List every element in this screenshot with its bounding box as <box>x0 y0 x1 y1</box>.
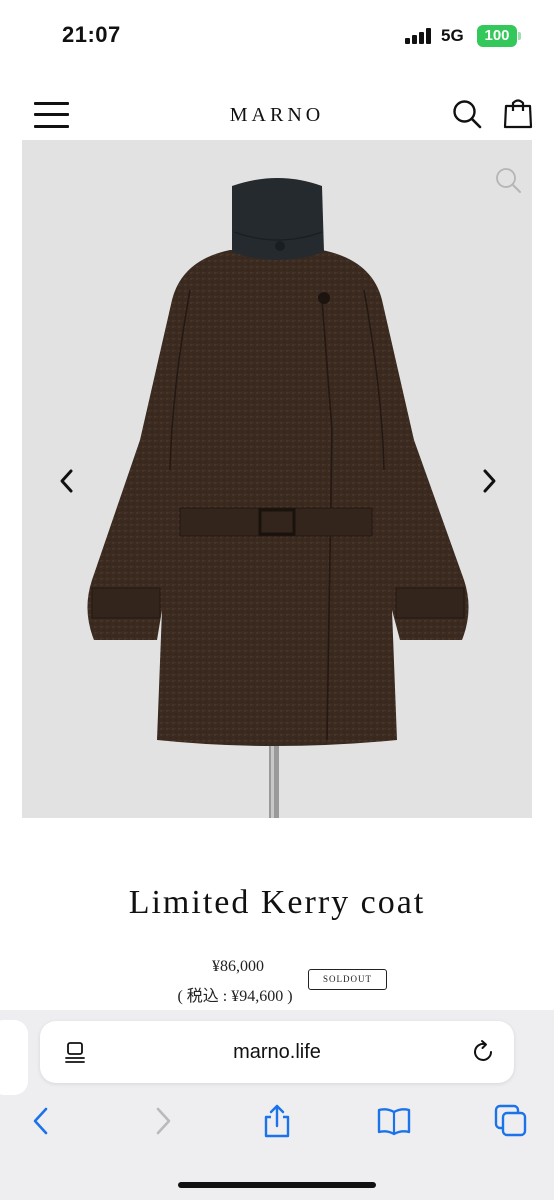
share-icon[interactable] <box>259 1103 295 1139</box>
product-price: ¥86,000 <box>212 958 264 975</box>
status-bar: 21:07 5G 100 <box>0 0 554 70</box>
url-text[interactable]: marno.life <box>40 1041 514 1064</box>
battery-nub <box>518 32 521 40</box>
next-image-arrow-icon[interactable] <box>476 466 502 496</box>
back-icon[interactable] <box>24 1103 60 1139</box>
product-image[interactable] <box>22 140 532 818</box>
battery-icon: 100 <box>477 25 517 47</box>
product-price-tax-included: ( 税込 : ¥94,600 ) <box>177 988 293 1005</box>
search-icon[interactable] <box>452 99 482 129</box>
shopping-bag-icon[interactable] <box>503 97 533 129</box>
previous-image-arrow-icon[interactable] <box>54 466 80 496</box>
cellular-signal-icon <box>405 28 435 44</box>
forward-icon[interactable] <box>144 1103 180 1139</box>
status-time: 21:07 <box>62 22 121 47</box>
zoom-icon[interactable] <box>494 166 522 194</box>
home-indicator <box>178 1182 376 1188</box>
product-title: Limited Kerry coat <box>128 884 426 921</box>
site-header: MARNO <box>0 90 554 140</box>
soldout-badge: SOLDOUT <box>308 969 387 990</box>
coat-photo <box>87 178 469 818</box>
bookmarks-icon[interactable] <box>376 1103 412 1139</box>
tabs-icon[interactable] <box>493 1103 529 1139</box>
previous-tab-peek[interactable] <box>0 1020 28 1095</box>
reload-icon[interactable] <box>470 1039 496 1065</box>
network-label: 5G <box>441 26 464 45</box>
address-bar[interactable]: marno.life <box>40 1021 514 1083</box>
